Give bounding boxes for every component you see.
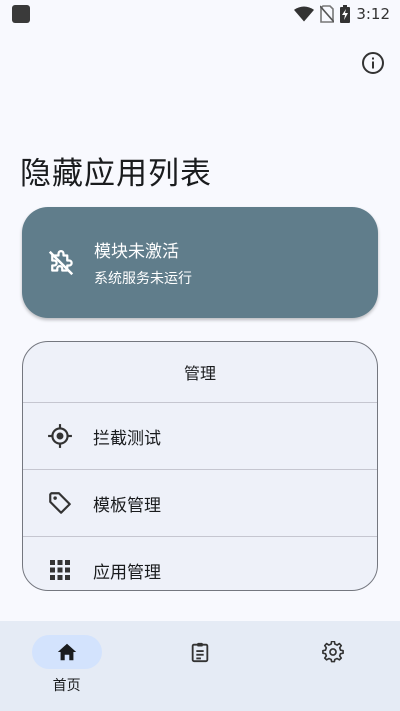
nav-item-settings[interactable] (273, 621, 393, 669)
manage-item-intercept-test[interactable]: 拦截测试 (23, 402, 377, 469)
no-sim-icon (320, 5, 335, 23)
clipboard-list-icon (191, 642, 209, 663)
apps-grid-icon (47, 557, 73, 583)
nav-item-logs[interactable] (140, 621, 260, 669)
page-title: 隐藏应用列表 (20, 156, 212, 192)
manage-item-app-management[interactable]: 应用管理 (23, 536, 377, 590)
tag-icon (47, 490, 73, 516)
battery-charging-icon (340, 5, 351, 23)
manage-item-label: 应用管理 (93, 562, 161, 583)
home-icon (57, 643, 76, 661)
module-status-card[interactable]: 模块未激活 系统服务未运行 (22, 207, 378, 318)
info-circle-icon (362, 52, 384, 74)
bottom-navigation: 首页 (0, 621, 400, 711)
nav-label-home: 首页 (52, 678, 81, 694)
notification-square-icon (12, 5, 30, 23)
module-status-title: 模块未激活 (94, 242, 179, 262)
module-status-subtitle: 系统服务未运行 (94, 271, 192, 287)
manage-item-label: 模板管理 (93, 495, 161, 516)
nav-icon-container (298, 635, 368, 669)
nav-active-indicator (31, 635, 102, 669)
manage-item-template-management[interactable]: 模板管理 (23, 469, 377, 536)
status-time: 3:12 (356, 5, 390, 23)
module-status-texts: 模块未激活 系统服务未运行 (94, 237, 192, 288)
manage-header: 管理 (183, 364, 216, 383)
manage-card: 管理 拦截测试 模板管理 应用管理 (22, 341, 378, 591)
status-icons: 3:12 (294, 5, 390, 23)
status-bar: 3:12 (0, 0, 400, 28)
extension-off-icon (48, 249, 74, 275)
manage-item-label: 拦截测试 (93, 428, 161, 449)
nav-item-home[interactable]: 首页 (7, 621, 127, 695)
gear-icon (322, 641, 345, 663)
nav-icon-container (165, 635, 235, 669)
wifi-icon (294, 6, 315, 22)
gps-target-icon (47, 423, 73, 449)
info-button[interactable] (360, 50, 386, 76)
